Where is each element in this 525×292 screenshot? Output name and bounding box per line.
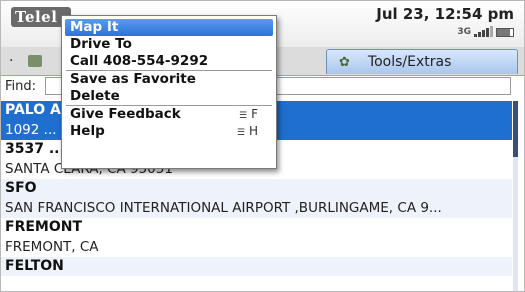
context-menu: Map It Drive To Call 408-554-9292 Save a… bbox=[61, 15, 277, 169]
menu-item-label: Help bbox=[70, 123, 105, 139]
menu-item-map-it[interactable]: Map It bbox=[65, 19, 273, 36]
list-item[interactable]: SFO SAN FRANCISCO INTERNATIONAL AIRPORT … bbox=[1, 179, 512, 218]
signal-bars-icon bbox=[474, 26, 493, 37]
list-item-name: FREMONT bbox=[5, 219, 83, 235]
list-item-address: FREMONT, CA bbox=[5, 239, 99, 255]
network-type: 3G bbox=[457, 27, 471, 37]
shortcut-key: F bbox=[251, 107, 258, 121]
tab-tools-extras[interactable]: ✿ Tools/Extras bbox=[326, 49, 518, 74]
tab-tools-label: Tools/Extras bbox=[367, 54, 452, 70]
menu-item-save-favorite[interactable]: Save as Favorite bbox=[62, 71, 276, 88]
shortcut-key: H bbox=[248, 124, 258, 138]
keyboard-icon: ☰ bbox=[236, 128, 245, 138]
clock: Jul 23, 12:54 pm bbox=[376, 5, 514, 23]
app-window: Telel Jul 23, 12:54 pm 3G · Traffic ✿Too… bbox=[0, 0, 525, 292]
menu-item-help[interactable]: Help ☰ H bbox=[62, 123, 276, 140]
scroll-thumb[interactable] bbox=[513, 101, 518, 157]
signal-indicator: 3G bbox=[457, 25, 514, 37]
menu-item-call[interactable]: Call 408-554-9292 bbox=[62, 53, 276, 70]
find-label: Find: bbox=[5, 79, 37, 94]
list-item-name: FELTON bbox=[5, 258, 64, 274]
list-item[interactable]: FREMONT FREMONT, CA bbox=[1, 218, 512, 257]
tab-dot-icon: · bbox=[9, 53, 14, 69]
list-item-name: SFO bbox=[5, 180, 37, 196]
menu-item-give-feedback[interactable]: Give Feedback ☰ F bbox=[62, 106, 276, 123]
menu-item-delete[interactable]: Delete bbox=[62, 88, 276, 105]
battery-icon bbox=[496, 28, 514, 37]
scrollbar[interactable] bbox=[513, 101, 518, 291]
list-item[interactable]: FELTON bbox=[1, 257, 512, 276]
menu-item-drive-to[interactable]: Drive To bbox=[62, 36, 276, 53]
menu-item-label: Give Feedback bbox=[70, 106, 181, 122]
list-item-address: SAN FRANCISCO INTERNATIONAL AIRPORT ,BUR… bbox=[5, 200, 442, 216]
search-tab-icon bbox=[27, 55, 42, 67]
shortcut-hint: ☰ H bbox=[237, 123, 258, 142]
tools-icon: ✿ bbox=[339, 55, 350, 70]
